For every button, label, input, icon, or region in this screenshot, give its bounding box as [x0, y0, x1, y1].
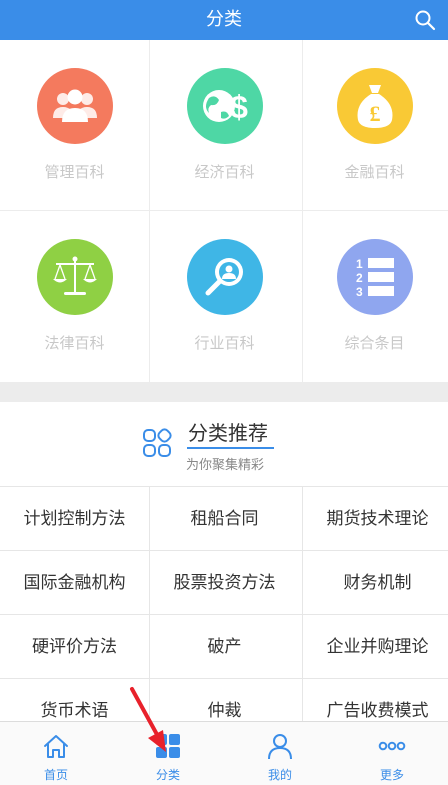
numbered-list-icon: 1 2 3 [337, 239, 413, 315]
globe-dollar-icon: $ [187, 68, 263, 144]
category-general[interactable]: 1 2 3 综合条目 [300, 211, 448, 382]
recommend-item[interactable]: 企业并购理论 [303, 615, 448, 679]
svg-text:£: £ [370, 101, 381, 126]
svg-text:2: 2 [356, 271, 363, 285]
recommend-item[interactable]: 硬评价方法 [0, 615, 149, 679]
recommend-item[interactable]: 国际金融机构 [0, 551, 149, 615]
search-icon[interactable] [414, 9, 436, 31]
tab-profile[interactable]: 我的 [224, 722, 336, 785]
home-icon [44, 735, 68, 758]
tab-home[interactable]: 首页 [0, 722, 112, 785]
category-grid: 管理百科 $ 经济百科 £ 金融百科 法律百科 行业百科 1 2 3 综合条目 [0, 40, 448, 382]
category-label: 法律百科 [44, 334, 105, 352]
recommend-item[interactable]: 计划控制方法 [0, 487, 149, 551]
svg-text:3: 3 [356, 285, 363, 299]
recommend-item[interactable]: 股票投资方法 [150, 551, 299, 615]
scales-icon [37, 239, 113, 315]
tab-label: 分类 [155, 768, 180, 782]
tab-more[interactable]: 更多 [336, 722, 448, 785]
tab-label: 更多 [379, 768, 404, 782]
category-label: 金融百科 [344, 163, 405, 181]
grid-icon [143, 428, 172, 457]
recommend-item[interactable]: 破产 [150, 615, 299, 679]
recommend-subtitle: 为你聚集精彩 [186, 458, 265, 473]
category-industry[interactable]: 行业百科 [150, 211, 299, 382]
recommend-item[interactable]: 租船合同 [150, 487, 299, 551]
recommend-item[interactable]: 货币术语 [0, 679, 149, 721]
category-management[interactable]: 管理百科 [0, 40, 149, 211]
magnifier-person-icon [187, 239, 263, 315]
recommend-item[interactable]: 广告收费模式 [303, 679, 448, 721]
recommend-item[interactable]: 财务机制 [303, 551, 448, 615]
recommend-item[interactable]: 期货技术理论 [303, 487, 448, 551]
recommend-grid: 计划控制方法 租船合同 期货技术理论 国际金融机构 股票投资方法 财务机制 硬评… [0, 486, 448, 721]
bottom-tab-bar: 首页 分类 我的 更多 [0, 721, 448, 785]
top-bar: 分类 [0, 0, 448, 40]
tab-label: 我的 [267, 768, 292, 782]
people-icon [37, 68, 113, 144]
svg-text:$: $ [230, 89, 248, 125]
tab-label: 首页 [43, 768, 68, 782]
title-underline [187, 447, 274, 449]
user-icon [268, 734, 292, 760]
recommend-item[interactable]: 仲裁 [150, 679, 299, 721]
money-bag-icon: £ [337, 68, 413, 144]
category-law[interactable]: 法律百科 [0, 211, 149, 382]
category-label: 综合条目 [344, 334, 405, 352]
category-icon [156, 734, 180, 758]
section-divider [0, 382, 448, 402]
recommend-header: 分类推荐 为你聚集精彩 [0, 402, 448, 486]
page-title: 分类 [206, 9, 242, 30]
category-label: 经济百科 [194, 163, 255, 181]
more-dots-icon [378, 741, 406, 751]
tab-category[interactable]: 分类 [112, 722, 224, 785]
category-economics[interactable]: $ 经济百科 [150, 40, 299, 211]
category-label: 管理百科 [44, 163, 105, 181]
recommend-title: 分类推荐 [188, 421, 268, 445]
svg-text:1: 1 [356, 257, 363, 271]
category-finance[interactable]: £ 金融百科 [300, 40, 448, 211]
category-label: 行业百科 [194, 334, 255, 352]
